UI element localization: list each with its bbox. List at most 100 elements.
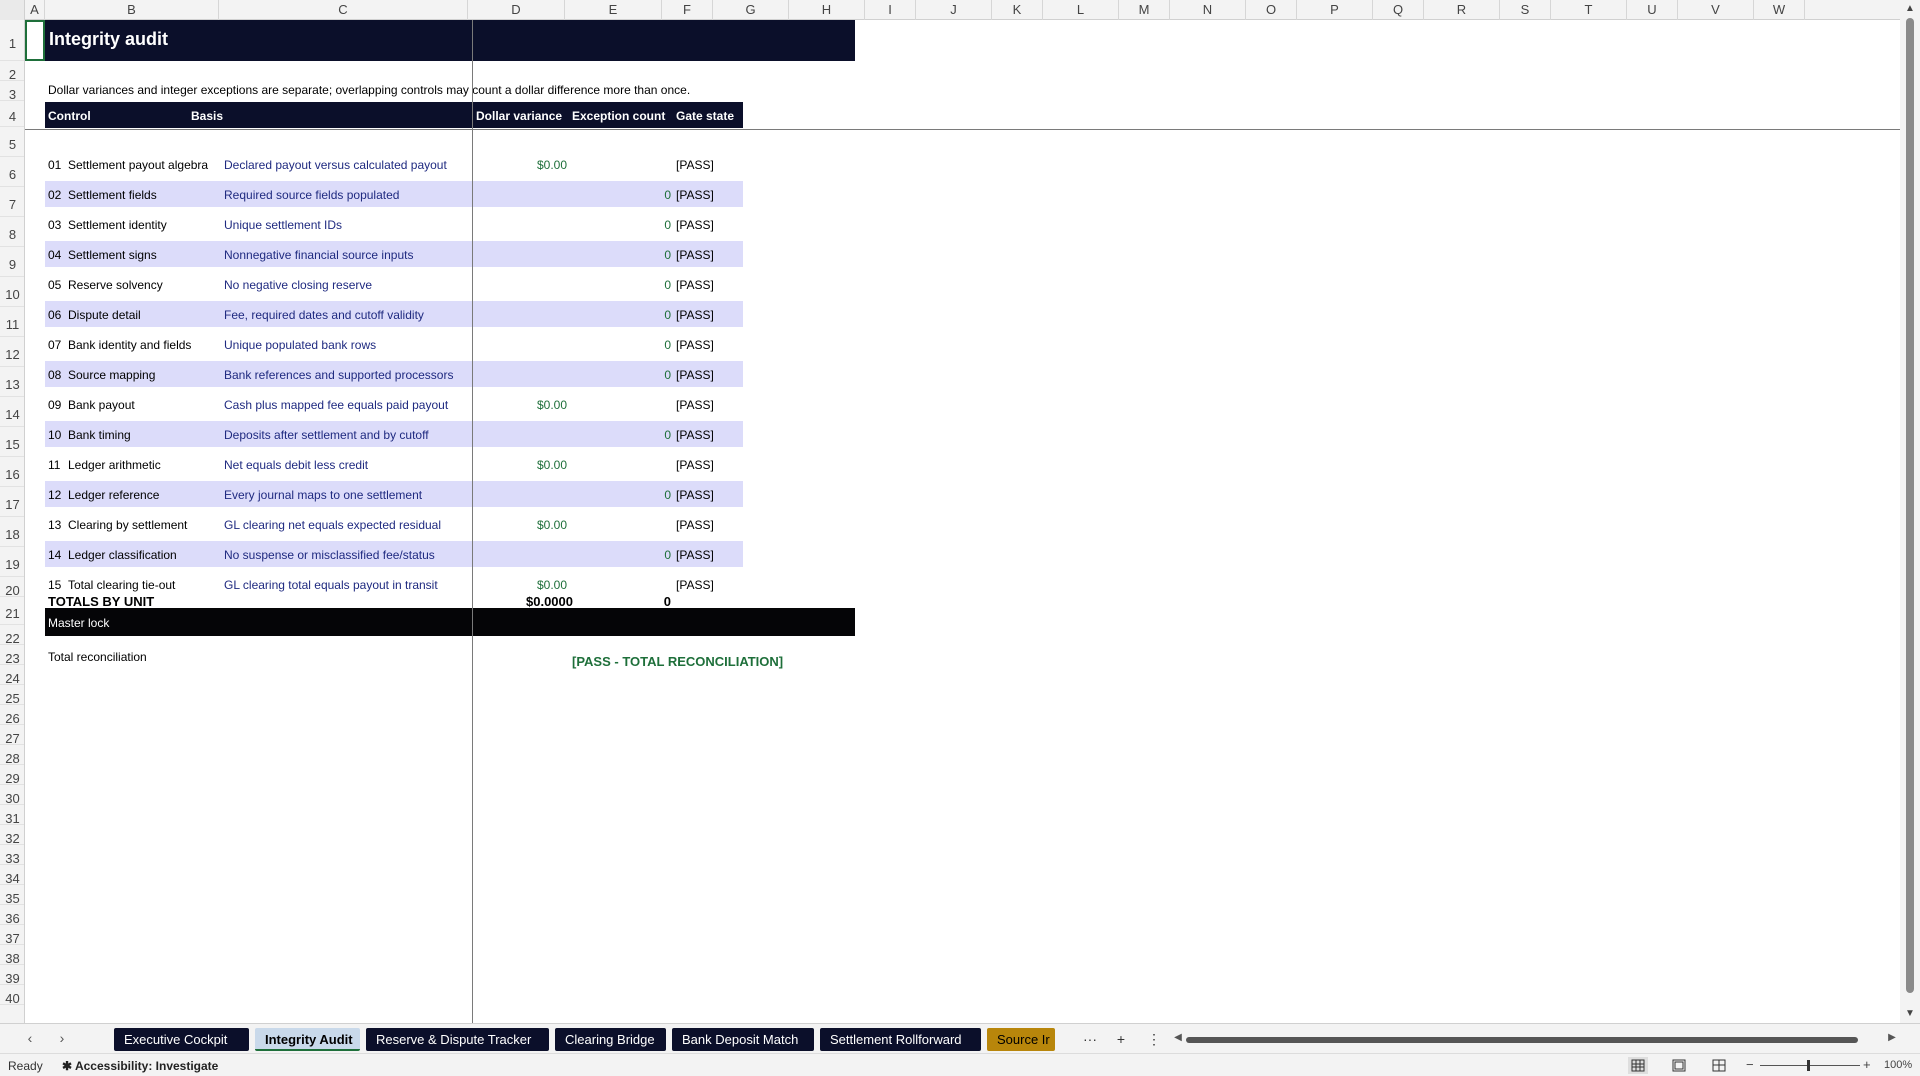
tab-source-ir[interactable]: Source Ir xyxy=(987,1028,1055,1051)
tab-executive-cockpit[interactable]: Executive Cockpit xyxy=(114,1028,249,1051)
column-header-g[interactable]: G xyxy=(713,0,789,20)
row-header-17[interactable]: 17 xyxy=(0,487,24,517)
scroll-down-icon[interactable]: ▼ xyxy=(1904,1008,1916,1020)
column-header-m[interactable]: M xyxy=(1119,0,1170,20)
tab-scroll-left-icon[interactable]: ‹ xyxy=(22,1030,38,1046)
column-header-s[interactable]: S xyxy=(1500,0,1551,20)
zoom-out-icon[interactable]: − xyxy=(1746,1057,1754,1072)
active-cell-a1[interactable] xyxy=(25,20,45,61)
row-header-15[interactable]: 15 xyxy=(0,427,24,457)
row-header-11[interactable]: 11 xyxy=(0,307,24,337)
column-header-d[interactable]: D xyxy=(468,0,565,20)
hscroll-right-icon[interactable]: ▶ xyxy=(1884,1030,1900,1046)
horizontal-scroll-thumb[interactable] xyxy=(1186,1037,1858,1043)
row-header-26[interactable]: 26 xyxy=(0,705,24,726)
page-break-view-icon[interactable] xyxy=(1709,1057,1729,1074)
tab-bank-deposit-match[interactable]: Bank Deposit Match xyxy=(672,1028,814,1051)
column-header-e[interactable]: E xyxy=(565,0,662,20)
column-header-w[interactable]: W xyxy=(1754,0,1805,20)
control-name: Ledger classification xyxy=(68,548,177,562)
row-header-38[interactable]: 38 xyxy=(0,945,24,966)
row-header-31[interactable]: 31 xyxy=(0,805,24,826)
control-basis: Bank references and supported processors xyxy=(224,368,454,382)
more-tabs-icon[interactable]: ··· xyxy=(1080,1029,1100,1049)
sheet-options-icon[interactable]: ⋮ xyxy=(1144,1029,1164,1049)
column-header-q[interactable]: Q xyxy=(1373,0,1424,20)
zoom-in-icon[interactable]: + xyxy=(1863,1057,1871,1072)
tab-integrity-audit[interactable]: Integrity Audit xyxy=(255,1028,360,1051)
row-header-13[interactable]: 13 xyxy=(0,367,24,397)
row-header-12[interactable]: 12 xyxy=(0,337,24,367)
hscroll-left-icon[interactable]: ◀ xyxy=(1170,1030,1186,1046)
column-header-l[interactable]: L xyxy=(1043,0,1119,20)
accessibility-status[interactable]: ✱ Accessibility: Investigate xyxy=(62,1059,218,1073)
column-header-r[interactable]: R xyxy=(1424,0,1500,20)
vertical-scrollbar[interactable]: ▲ ▼ xyxy=(1900,0,1920,1023)
zoom-level[interactable]: 100% xyxy=(1884,1059,1912,1071)
column-header-k[interactable]: K xyxy=(992,0,1043,20)
row-header-29[interactable]: 29 xyxy=(0,765,24,786)
row-header-6[interactable]: 6 xyxy=(0,157,24,187)
row-header-25[interactable]: 25 xyxy=(0,685,24,706)
zoom-slider[interactable] xyxy=(1760,1065,1860,1066)
row-header-7[interactable]: 7 xyxy=(0,187,24,217)
row-header-10[interactable]: 10 xyxy=(0,277,24,307)
row-header-18[interactable]: 18 xyxy=(0,517,24,547)
row-header-5[interactable]: 5 xyxy=(0,127,24,157)
tab-settlement-rollforward[interactable]: Settlement Rollforward xyxy=(820,1028,981,1051)
column-header-p[interactable]: P xyxy=(1297,0,1373,20)
column-header-o[interactable]: O xyxy=(1246,0,1297,20)
row-header-40[interactable]: 40 xyxy=(0,985,24,1006)
tab-clearing-bridge[interactable]: Clearing Bridge xyxy=(555,1028,666,1051)
row-header-8[interactable]: 8 xyxy=(0,217,24,247)
row-header-14[interactable]: 14 xyxy=(0,397,24,427)
row-header-30[interactable]: 30 xyxy=(0,785,24,806)
column-header-b[interactable]: B xyxy=(45,0,219,20)
select-all-corner[interactable] xyxy=(0,0,25,20)
row-header-36[interactable]: 36 xyxy=(0,905,24,926)
row-header-35[interactable]: 35 xyxy=(0,885,24,906)
add-sheet-icon[interactable]: + xyxy=(1111,1029,1131,1049)
row-header-33[interactable]: 33 xyxy=(0,845,24,866)
page-layout-view-icon[interactable] xyxy=(1669,1057,1689,1074)
column-header-j[interactable]: J xyxy=(916,0,992,20)
row-header-24[interactable]: 24 xyxy=(0,665,24,686)
column-header-t[interactable]: T xyxy=(1551,0,1627,20)
column-header-h[interactable]: H xyxy=(789,0,865,20)
exception-count: 0 xyxy=(664,368,671,382)
tab-scroll-right-icon[interactable]: › xyxy=(54,1030,70,1046)
row-header-22[interactable]: 22 xyxy=(0,625,24,646)
zoom-slider-knob[interactable] xyxy=(1807,1060,1810,1071)
column-header-i[interactable]: I xyxy=(865,0,916,20)
row-header-28[interactable]: 28 xyxy=(0,745,24,766)
row-header-39[interactable]: 39 xyxy=(0,965,24,986)
worksheet-grid[interactable]: Integrity audit Dollar variances and int… xyxy=(25,20,1900,1023)
row-header-32[interactable]: 32 xyxy=(0,825,24,846)
row-header-21[interactable]: 21 xyxy=(0,597,24,625)
row-header-20[interactable]: 20 xyxy=(0,577,24,598)
row-header-19[interactable]: 19 xyxy=(0,547,24,577)
exception-count: 0 xyxy=(664,488,671,502)
row-header-27[interactable]: 27 xyxy=(0,725,24,746)
column-header-c[interactable]: C xyxy=(219,0,468,20)
normal-view-icon[interactable] xyxy=(1628,1057,1648,1074)
row-header-2[interactable]: 2 xyxy=(0,61,24,82)
tab-reserve-dispute-tracker[interactable]: Reserve & Dispute Tracker xyxy=(366,1028,549,1051)
gate-state: [PASS] xyxy=(676,338,714,352)
row-header-9[interactable]: 9 xyxy=(0,247,24,277)
row-header-37[interactable]: 37 xyxy=(0,925,24,946)
scroll-up-icon[interactable]: ▲ xyxy=(1904,3,1916,15)
row-header-1[interactable]: 1 xyxy=(0,20,24,61)
column-header-v[interactable]: V xyxy=(1678,0,1754,20)
vertical-scroll-thumb[interactable] xyxy=(1906,18,1914,993)
column-header-f[interactable]: F xyxy=(662,0,713,20)
row-header-34[interactable]: 34 xyxy=(0,865,24,886)
row-header-23[interactable]: 23 xyxy=(0,645,24,666)
row-header-3[interactable]: 3 xyxy=(0,81,24,102)
row-header-4[interactable]: 4 xyxy=(0,101,24,127)
column-header-n[interactable]: N xyxy=(1170,0,1246,20)
header-basis: Basis xyxy=(191,109,224,123)
column-header-u[interactable]: U xyxy=(1627,0,1678,20)
column-header-a[interactable]: A xyxy=(25,0,45,20)
row-header-16[interactable]: 16 xyxy=(0,457,24,487)
